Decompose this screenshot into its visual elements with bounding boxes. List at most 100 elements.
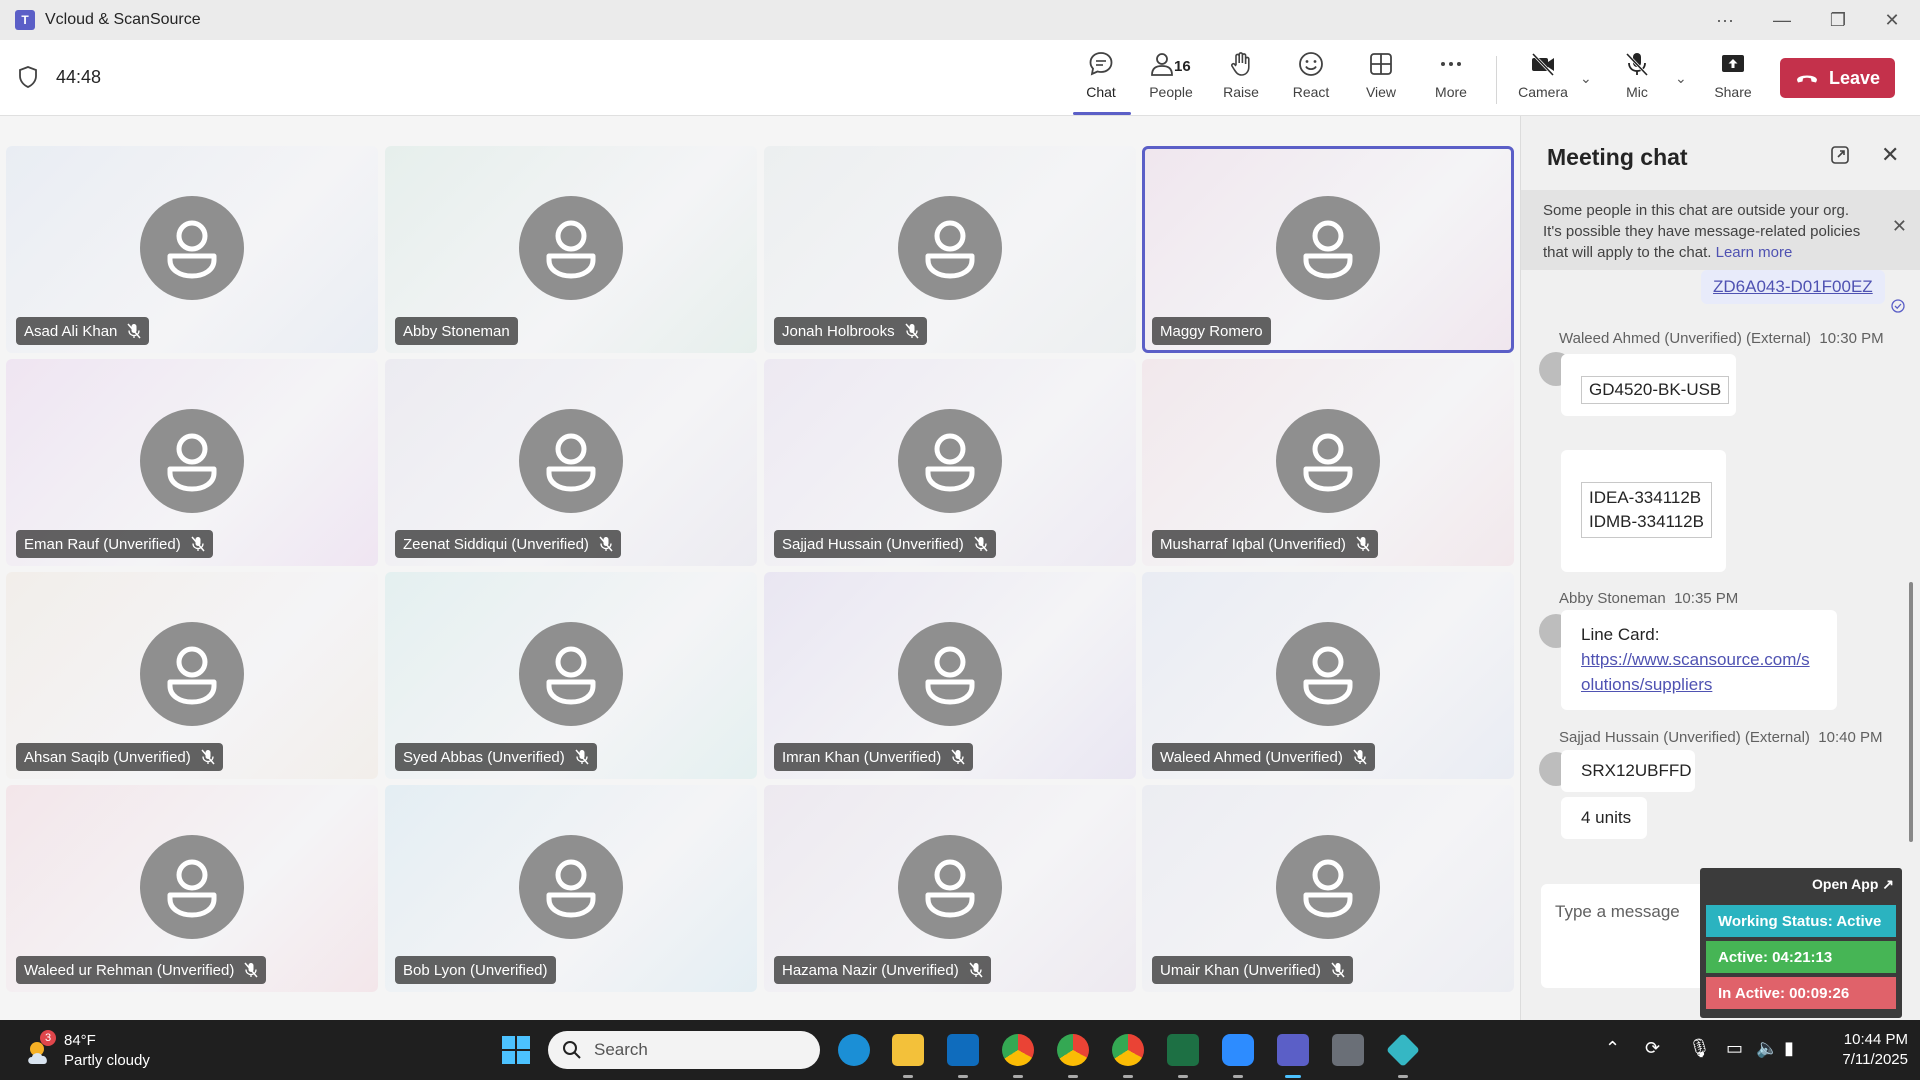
running-indicator — [1013, 1075, 1023, 1078]
part-number-list: IDEA-334112B IDMB-334112B — [1581, 482, 1712, 538]
my-message-link[interactable]: ZD6A043-D01F00EZ — [1713, 277, 1873, 296]
dismiss-banner-icon[interactable]: ✕ — [1892, 216, 1907, 237]
participant-tile[interactable]: Syed Abbas (Unverified) — [385, 572, 757, 779]
participant-tile[interactable]: Musharraf Iqbal (Unverified) — [1142, 359, 1514, 566]
participant-name: Ahsan Saqib (Unverified) — [24, 748, 191, 766]
participant-tile[interactable]: Ahsan Saqib (Unverified) — [6, 572, 378, 779]
participant-tile[interactable]: Hazama Nazir (Unverified) — [764, 785, 1136, 992]
teams-icon[interactable] — [1277, 1034, 1309, 1066]
volume-icon[interactable]: 🔈 — [1756, 1038, 1778, 1059]
react-button[interactable]: React — [1280, 50, 1342, 110]
message-input[interactable]: Type a message — [1555, 902, 1680, 922]
edge-icon[interactable] — [838, 1034, 870, 1066]
avatar — [519, 196, 623, 300]
more-actions-button[interactable]: More — [1420, 50, 1482, 110]
system-clock[interactable]: 10:44 PM 7/11/2025 — [1842, 1030, 1908, 1070]
chrome-icon[interactable] — [1002, 1034, 1034, 1066]
people-count-badge: 16 — [1174, 58, 1191, 75]
clock-date: 7/11/2025 — [1842, 1051, 1908, 1068]
minimize-button[interactable]: — — [1754, 0, 1810, 40]
more-label: More — [1435, 84, 1467, 100]
participant-tile[interactable]: Imran Khan (Unverified) — [764, 572, 1136, 779]
camera-options-chevron-icon[interactable]: ⌄ — [1580, 70, 1592, 87]
windows-start-icon[interactable] — [501, 1035, 531, 1065]
participant-tile[interactable]: Zeenat Siddiqui (Unverified) — [385, 359, 757, 566]
toolbar-divider — [1496, 56, 1497, 104]
participant-tile[interactable]: Umair Khan (Unverified) — [1142, 785, 1514, 992]
scansource-link[interactable]: olutions/suppliers — [1581, 672, 1837, 697]
participant-tile[interactable]: Waleed ur Rehman (Unverified) — [6, 785, 378, 992]
taskbar-search[interactable]: Search — [548, 1031, 820, 1069]
chat-scrollbar[interactable] — [1909, 582, 1913, 842]
meeting-toolbar: 44:48 Chat 16 People Raise React View Mo… — [0, 40, 1920, 116]
raise-hand-button[interactable]: Raise — [1210, 50, 1272, 110]
participant-tile[interactable]: Bob Lyon (Unverified) — [385, 785, 757, 992]
window-title: Vcloud & ScanSource — [45, 11, 201, 28]
avatar — [140, 622, 244, 726]
mic-muted-tray-icon[interactable]: 🎙 — [1688, 1038, 1711, 1059]
zoom-icon[interactable] — [1222, 1034, 1254, 1066]
close-chat-icon[interactable]: ✕ — [1881, 142, 1899, 168]
participant-tile[interactable]: Maggy Romero — [1142, 146, 1514, 353]
app-icon[interactable] — [1386, 1033, 1420, 1067]
message-sender: Sajjad Hussain (Unverified) (External) — [1559, 729, 1810, 746]
running-indicator — [1398, 1075, 1408, 1078]
view-button[interactable]: View — [1350, 50, 1412, 110]
participant-tile[interactable]: Abby Stoneman — [385, 146, 757, 353]
participant-name: Syed Abbas (Unverified) — [403, 748, 565, 766]
banner-text: Some people in this chat are outside you… — [1543, 202, 1861, 261]
mic-button[interactable]: Mic — [1606, 50, 1668, 110]
participant-tile[interactable]: Sajjad Hussain (Unverified) — [764, 359, 1136, 566]
open-app-button[interactable]: Open App ↗ — [1812, 876, 1894, 893]
chrome-icon[interactable] — [1112, 1034, 1144, 1066]
view-label: View — [1365, 84, 1397, 100]
show-hidden-icons-chevron-icon[interactable]: ⌃ — [1605, 1038, 1620, 1059]
more-options-button[interactable]: ··· — [1697, 0, 1753, 40]
excel-icon[interactable] — [1167, 1034, 1199, 1066]
person-icon — [167, 433, 217, 492]
participant-tile[interactable]: Eman Rauf (Unverified) — [6, 359, 378, 566]
running-indicator — [1178, 1075, 1188, 1078]
avatar — [140, 409, 244, 513]
participant-name: Hazama Nazir (Unverified) — [782, 961, 959, 979]
avatar — [898, 622, 1002, 726]
time-tracker-widget: Open App ↗ Working Status: Active Active… — [1700, 868, 1902, 1018]
camera-button[interactable]: Camera — [1512, 50, 1574, 110]
part-number-text: IDEA-334112B — [1589, 488, 1702, 507]
participant-tile[interactable]: Waleed Ahmed (Unverified) — [1142, 572, 1514, 779]
share-button[interactable]: Share — [1702, 50, 1764, 110]
restore-button[interactable]: ❐ — [1810, 0, 1866, 40]
network-icon[interactable]: ▭ — [1726, 1038, 1743, 1059]
weather-widget[interactable]: 3 84°F Partly cloudy — [24, 1030, 224, 1072]
leave-button[interactable]: Leave — [1780, 58, 1895, 98]
people-icon — [1151, 53, 1173, 76]
file-explorer-icon[interactable] — [892, 1034, 924, 1066]
teams-logo-icon: T — [15, 10, 35, 30]
sync-icon[interactable]: ⟳ — [1645, 1038, 1660, 1059]
outlook-icon[interactable] — [947, 1034, 979, 1066]
search-icon — [563, 1041, 581, 1059]
inactive-time-row: In Active: 00:09:26 — [1706, 977, 1896, 1009]
mic-options-chevron-icon[interactable]: ⌄ — [1675, 70, 1687, 87]
scansource-link[interactable]: https://www.scansource.com/s — [1581, 647, 1837, 672]
pop-out-icon[interactable] — [1829, 144, 1851, 166]
learn-more-link[interactable]: Learn more — [1716, 244, 1793, 261]
chat-button[interactable]: Chat — [1070, 50, 1132, 110]
more-dots-icon — [1441, 62, 1461, 66]
participant-tile[interactable]: Jonah Holbrooks — [764, 146, 1136, 353]
title-bar: T Vcloud & ScanSource ··· — ❐ ✕ — [0, 0, 1920, 40]
calculator-icon[interactable] — [1332, 1034, 1364, 1066]
message-sender: Abby Stoneman — [1559, 590, 1666, 607]
message-bubble: GD4520-BK-USB — [1561, 354, 1736, 416]
mic-muted-icon — [1331, 962, 1345, 978]
participant-tile[interactable]: Asad Ali Khan — [6, 146, 378, 353]
message-bubble: Line Card: https://www.scansource.com/s … — [1561, 610, 1837, 710]
person-icon — [546, 646, 596, 705]
people-button[interactable]: 16 People — [1140, 50, 1202, 110]
participant-name: Abby Stoneman — [403, 322, 510, 340]
battery-icon[interactable]: ▮ — [1784, 1038, 1794, 1059]
chrome-icon[interactable] — [1057, 1034, 1089, 1066]
mic-muted-icon — [599, 536, 613, 552]
avatar — [1276, 835, 1380, 939]
close-window-button[interactable]: ✕ — [1864, 0, 1920, 40]
